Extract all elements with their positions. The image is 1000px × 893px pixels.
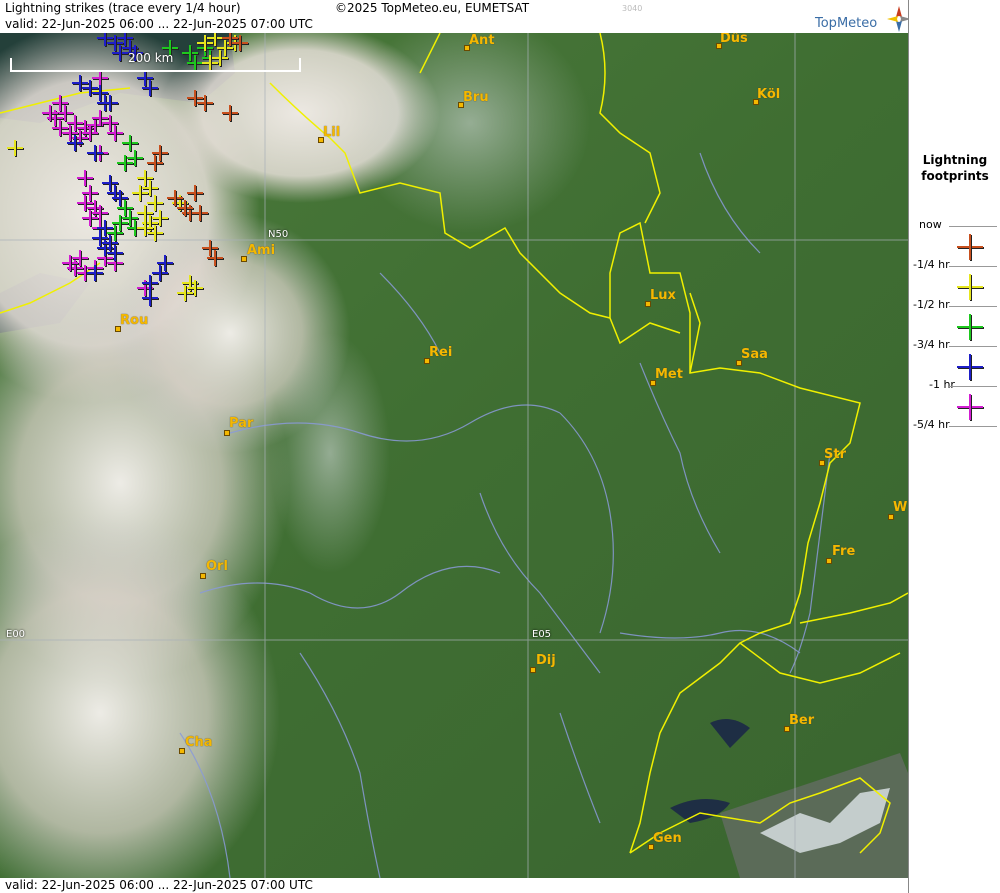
- city-label[interactable]: Lil: [323, 125, 340, 140]
- topmeteo-logo[interactable]: TopMeteo: [815, 6, 911, 32]
- legend-label: -1 hr: [929, 378, 955, 391]
- map-title: Lightning strikes (trace every 1/4 hour): [5, 1, 241, 15]
- city-label[interactable]: Ami: [247, 243, 275, 258]
- legend-cross-icon: [957, 274, 984, 301]
- map-code: 3040: [622, 4, 643, 13]
- city-label[interactable]: Fre: [832, 544, 855, 559]
- grid-label-e00: E00: [6, 629, 26, 640]
- city-label[interactable]: Cha: [185, 735, 213, 750]
- strike-marker: [957, 394, 984, 421]
- city-label[interactable]: Ant: [469, 33, 495, 48]
- legend-divider: [949, 386, 997, 387]
- lightning-legend: Lightning footprints now -1/4 hr -1/2 hr…: [908, 0, 1000, 893]
- city-label[interactable]: Orl: [206, 559, 228, 574]
- cloud-haze: [270, 333, 390, 573]
- legend-label: -1/2 hr: [913, 298, 950, 311]
- legend-divider: [949, 346, 997, 347]
- legend-cross-icon: [957, 314, 984, 341]
- city-label[interactable]: Dij: [536, 653, 556, 668]
- legend-divider: [949, 306, 997, 307]
- city-label[interactable]: Rei: [429, 345, 452, 360]
- city-label[interactable]: Köl: [757, 87, 780, 102]
- copyright-text: ©2025 TopMeteo.eu, EUMETSAT: [335, 1, 530, 15]
- satellite-map[interactable]: 200 km N50 E00 E05 Ant Düs Bru Köl Lil A…: [0, 33, 908, 878]
- footer-valid-range: valid: 22-Jun-2025 06:00 ... 22-Jun-2025…: [5, 878, 313, 892]
- legend-cross-icon: [957, 354, 984, 381]
- city-label[interactable]: Lux: [650, 288, 676, 303]
- city-label[interactable]: Gen: [653, 831, 682, 846]
- legend-divider: [949, 266, 997, 267]
- legend-divider: [949, 426, 997, 427]
- city-label[interactable]: Saa: [741, 347, 768, 362]
- scale-label: 200 km: [128, 51, 174, 65]
- strike-marker: [957, 354, 984, 381]
- legend-title-line2: footprints: [921, 169, 989, 183]
- city-label[interactable]: Düs: [720, 33, 748, 46]
- city-label[interactable]: Rou: [120, 313, 148, 328]
- logo-text: TopMeteo: [815, 16, 878, 31]
- city-label[interactable]: Met: [655, 367, 683, 382]
- legend-label: -3/4 hr: [913, 338, 950, 351]
- grid-label-e05: E05: [532, 629, 552, 640]
- city-label[interactable]: Str: [824, 447, 846, 462]
- legend-label-now: now: [919, 218, 942, 231]
- legend-title-line1: Lightning: [922, 153, 988, 167]
- legend-label: -1/4 hr: [913, 258, 950, 271]
- map-header: Lightning strikes (trace every 1/4 hour)…: [0, 0, 911, 33]
- valid-range: valid: 22-Jun-2025 06:00 ... 22-Jun-2025…: [5, 17, 313, 31]
- city-label[interactable]: W: [893, 500, 907, 515]
- legend-cross-icon: [957, 394, 984, 421]
- city-label[interactable]: Par: [229, 416, 253, 431]
- map-canvas: [0, 33, 908, 878]
- map-footer: valid: 22-Jun-2025 06:00 ... 22-Jun-2025…: [0, 878, 910, 893]
- legend-divider: [949, 226, 997, 227]
- grid-label-n50: N50: [268, 229, 289, 240]
- strike-marker: [957, 234, 984, 261]
- strike-marker: [957, 314, 984, 341]
- legend-label: -5/4 hr: [913, 418, 950, 431]
- city-label[interactable]: Bru: [463, 90, 489, 105]
- legend-cross-icon: [957, 234, 984, 261]
- city-label[interactable]: Ber: [789, 713, 814, 728]
- strike-marker: [957, 274, 984, 301]
